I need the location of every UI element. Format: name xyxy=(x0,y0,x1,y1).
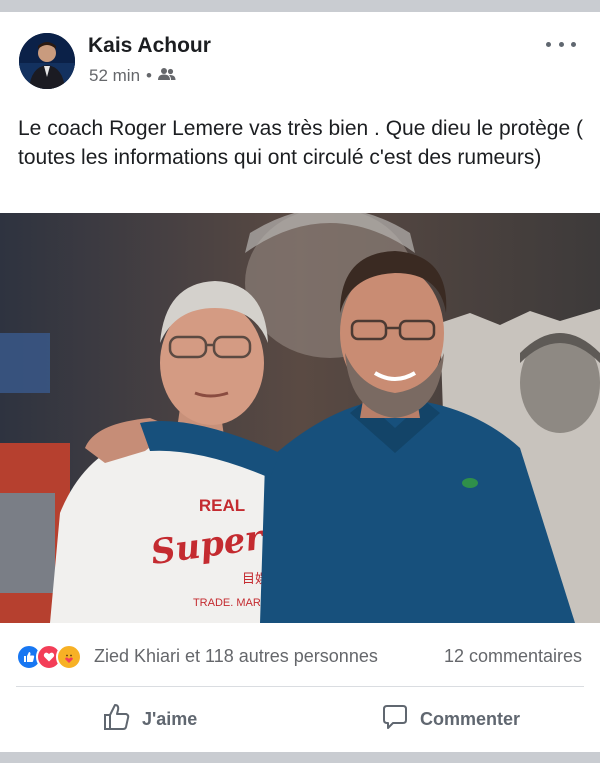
like-button-label: J'aime xyxy=(142,709,198,729)
post-time[interactable]: 52 min xyxy=(89,66,140,86)
comment-button-label: Commenter xyxy=(420,709,521,729)
comments-count[interactable]: 12 commentaires xyxy=(444,646,582,667)
care-icon xyxy=(56,644,82,670)
divider xyxy=(16,686,584,687)
shirt-text-real: REAL xyxy=(199,496,245,515)
like-button[interactable]: J'aime xyxy=(102,702,197,737)
reaction-icons xyxy=(16,644,82,670)
feed-separator xyxy=(0,752,600,763)
comment-icon xyxy=(380,702,410,737)
more-dot xyxy=(558,41,564,47)
reactions-summary[interactable]: Zied Khiari et 118 autres personnes xyxy=(94,646,378,667)
action-bar: J'aime Commenter xyxy=(0,698,600,742)
more-dot xyxy=(571,41,576,47)
author-avatar[interactable] xyxy=(19,33,75,89)
thumbs-up-icon xyxy=(102,702,132,737)
reactions-bar[interactable]: Zied Khiari et 118 autres personnes 12 c… xyxy=(16,644,584,670)
post-text: Le coach Roger Lemere vas très bien . Qu… xyxy=(18,117,583,169)
post-meta: 52 min • xyxy=(89,66,176,86)
post-photo[interactable]: REAL SuperDr 目娱乐节 TRADE. MARK. JP xyxy=(0,213,600,623)
friends-icon xyxy=(157,66,176,86)
post-card: Kais Achour 52 min • Le coach Roger Leme… xyxy=(0,12,600,752)
meta-separator: • xyxy=(146,66,152,85)
more-options-icon[interactable] xyxy=(546,34,576,54)
more-dot xyxy=(546,41,551,47)
post-header: Kais Achour 52 min • xyxy=(0,12,600,102)
author-name[interactable]: Kais Achour xyxy=(88,34,211,58)
comment-button[interactable]: Commenter xyxy=(380,702,520,737)
